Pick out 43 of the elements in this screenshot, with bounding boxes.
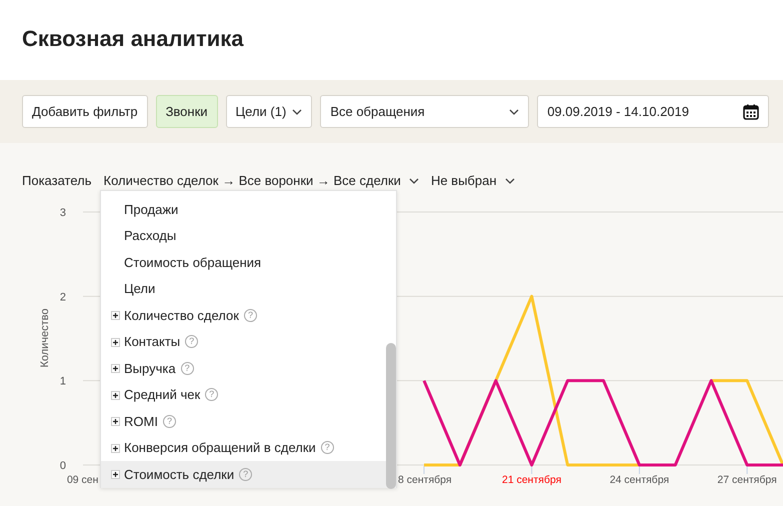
x-axis-label: 27 сентября — [717, 474, 777, 486]
x-axis-label: 8 сентября — [398, 474, 452, 486]
x-axis-label: 24 сентября — [610, 474, 670, 486]
requests-select[interactable]: Все обращения — [320, 95, 530, 128]
chevron-down-icon — [504, 178, 515, 184]
expand-icon[interactable] — [111, 444, 120, 452]
metric-dropdown[interactable]: Количество сделок → Все воронки → Все сделки — [104, 170, 419, 190]
expand-icon[interactable] — [111, 390, 120, 400]
menu-item[interactable]: ROMI ? — [101, 408, 396, 434]
menu-item[interactable]: Продажи — [101, 196, 396, 222]
y-axis-label: 3 — [60, 207, 66, 219]
x-axis-label: 09 сен — [66, 474, 98, 486]
menu-item[interactable]: Конверсия обращений в сделки ? — [101, 434, 396, 461]
chevron-down-icon — [292, 108, 302, 114]
indicator-label: Показатель — [22, 172, 92, 190]
menu-item[interactable]: Средний чек ? — [101, 382, 396, 408]
page-title: Сквозная аналитика — [22, 26, 245, 52]
expand-icon[interactable] — [111, 311, 120, 320]
chevron-down-icon — [509, 108, 520, 114]
menu-item[interactable]: Выручка ? — [101, 355, 396, 382]
scrollbar-thumb[interactable] — [386, 343, 396, 489]
expand-icon[interactable] — [111, 470, 120, 479]
secondary-dropdown[interactable]: Не выбран — [430, 170, 515, 190]
x-axis-label: 21 сентября — [502, 474, 562, 486]
y-axis-label: 1 — [60, 376, 66, 388]
menu-item[interactable]: Цели — [101, 276, 396, 302]
filter-toggle-button[interactable]: Звонки — [156, 95, 218, 128]
expand-icon[interactable] — [111, 417, 120, 426]
goals-dropdown[interactable]: Цели (1) — [226, 95, 312, 128]
menu-item[interactable]: Расходы — [101, 222, 396, 249]
expand-icon[interactable] — [111, 338, 120, 346]
y-axis-label: 0 — [60, 460, 66, 472]
expand-icon[interactable] — [111, 364, 120, 373]
add-filter-button[interactable]: Добавить фильтр — [22, 95, 148, 128]
chevron-down-icon — [408, 178, 419, 184]
y-axis-title: Количество — [39, 308, 51, 368]
menu-item[interactable]: Стоимость сделки ? — [101, 461, 396, 488]
menu-item[interactable]: Количество сделок ? — [101, 302, 396, 328]
menu-item[interactable]: Стоимость обращения — [101, 249, 396, 276]
menu-item[interactable]: Контакты ? — [101, 328, 396, 355]
calendar-icon — [743, 104, 760, 120]
y-axis-label: 2 — [60, 291, 66, 304]
date-range-field[interactable]: 09.09.2019 - 14.10.2019 — [537, 95, 770, 128]
